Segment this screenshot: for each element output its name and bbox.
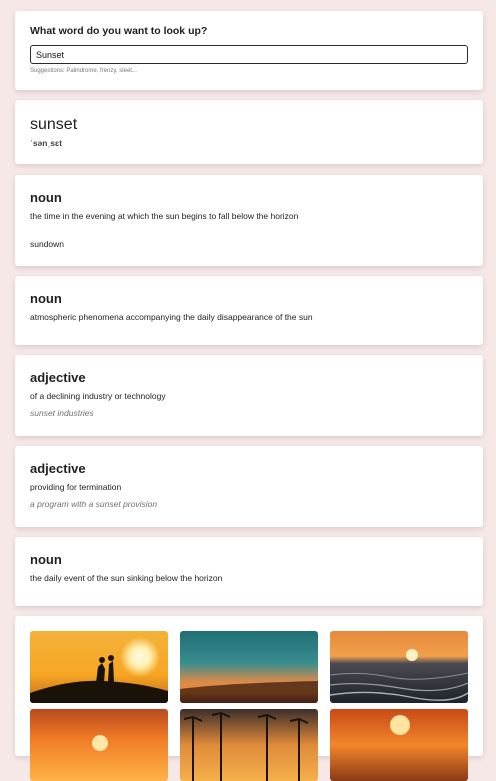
definition-text: the daily event of the sun sinking below… — [30, 573, 223, 583]
definition-card: adjective of a declining industry or tec… — [15, 355, 483, 436]
example-sentence: sunset industries — [30, 408, 94, 418]
definition-card: adjective providing for termination a pr… — [15, 446, 483, 527]
search-input[interactable] — [30, 45, 468, 64]
part-of-speech: adjective — [30, 461, 86, 476]
part-of-speech: noun — [30, 291, 62, 306]
definition-card: noun atmospheric phenomena accompanying … — [15, 276, 483, 345]
example-sentence: a program with a sunset provision — [30, 499, 158, 509]
sea-sun-sunset-image[interactable] — [330, 709, 468, 781]
definition-text: of a declining industry or technology — [30, 391, 166, 401]
definition-card: noun the time in the evening at which th… — [15, 175, 483, 266]
definition-text: the time in the evening at which the sun… — [30, 211, 299, 221]
palm-trees-sunset-image[interactable] — [180, 709, 318, 781]
part-of-speech: adjective — [30, 370, 86, 385]
orange-horizon-sunset-image[interactable] — [30, 709, 168, 781]
search-card: What word do you want to look up? Sugges… — [15, 11, 483, 90]
images-card — [15, 616, 483, 781]
definition-text: atmospheric phenomena accompanying the d… — [30, 312, 313, 322]
definition-text: providing for termination — [30, 482, 122, 492]
search-suggestions: Suggestions: Palindrome, frenzy, sleet..… — [30, 68, 137, 74]
part-of-speech: noun — [30, 190, 62, 205]
teal-sky-sunset-image[interactable] — [180, 631, 318, 703]
part-of-speech: noun — [30, 552, 62, 567]
silhouette-couple-sunset-image[interactable] — [30, 631, 168, 703]
search-prompt: What word do you want to look up? — [30, 25, 208, 37]
headword: sunset — [30, 116, 78, 133]
phonetic-transcription: ˈsənˌsɛt — [30, 138, 63, 148]
word-header-card: sunset ˈsənˌsɛt — [15, 100, 483, 164]
ocean-waves-sunset-image[interactable] — [330, 631, 468, 703]
definition-card: noun the daily event of the sun sinking … — [15, 537, 483, 606]
synonym-text: sundown — [30, 239, 65, 249]
